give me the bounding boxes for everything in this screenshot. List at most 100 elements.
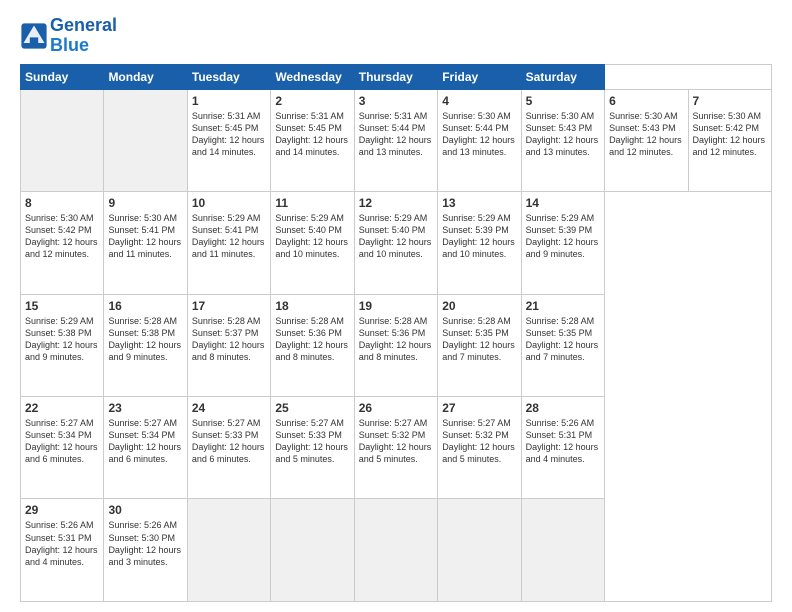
day-info: Sunrise: 5:27 AMSunset: 5:32 PMDaylight:… (442, 417, 516, 466)
day-number: 29 (25, 503, 99, 517)
empty-cell (187, 499, 270, 602)
day-info: Sunrise: 5:27 AMSunset: 5:34 PMDaylight:… (108, 417, 182, 466)
calendar-day: 17Sunrise: 5:28 AMSunset: 5:37 PMDayligh… (187, 294, 270, 396)
calendar-day: 6 Sunrise: 5:30 AMSunset: 5:43 PMDaylight… (605, 89, 688, 191)
day-info: Sunrise: 5:30 AMSunset: 5:43 PMDaylight:… (609, 110, 683, 159)
day-info: Sunrise: 5:26 AMSunset: 5:30 PMDaylight:… (108, 519, 182, 568)
day-info: Sunrise: 5:31 AMSunset: 5:45 PMDaylight:… (192, 110, 266, 159)
calendar-day: 24 Sunrise: 5:27 AMSunset: 5:33 PMDayligh… (187, 397, 270, 499)
day-number: 15 (25, 299, 99, 313)
empty-cell (354, 499, 437, 602)
day-info: Sunrise: 5:27 AMSunset: 5:33 PMDaylight:… (275, 417, 349, 466)
day-number: 22 (25, 401, 99, 415)
day-info: Sunrise: 5:31 AMSunset: 5:44 PMDaylight:… (359, 110, 433, 159)
logo-text: General Blue (50, 16, 117, 56)
day-info: Sunrise: 5:30 AMSunset: 5:41 PMDaylight:… (108, 212, 182, 261)
calendar-day: 20 Sunrise: 5:28 AMSunset: 5:35 PMDayligh… (438, 294, 521, 396)
calendar-day: 21 Sunrise: 5:28 AMSunset: 5:35 PMDayligh… (521, 294, 604, 396)
day-number: 20 (442, 299, 516, 313)
day-info: Sunrise: 5:27 AMSunset: 5:32 PMDaylight:… (359, 417, 433, 466)
calendar-day: 27 Sunrise: 5:27 AMSunset: 5:32 PMDayligh… (438, 397, 521, 499)
logo-general: General (50, 15, 117, 35)
empty-cell (438, 499, 521, 602)
day-number: 3 (359, 94, 433, 108)
day-info: Sunrise: 5:28 AMSunset: 5:35 PMDaylight:… (526, 315, 600, 364)
empty-cell (21, 89, 104, 191)
day-info: Sunrise: 5:27 AMSunset: 5:34 PMDaylight:… (25, 417, 99, 466)
calendar-day: 28 Sunrise: 5:26 AMSunset: 5:31 PMDayligh… (521, 397, 604, 499)
empty-cell (521, 499, 604, 602)
day-info: Sunrise: 5:29 AMSunset: 5:39 PMDaylight:… (442, 212, 516, 261)
day-number: 8 (25, 196, 99, 210)
day-number: 1 (192, 94, 266, 108)
calendar-day: 22 Sunrise: 5:27 AMSunset: 5:34 PMDayligh… (21, 397, 104, 499)
day-info: Sunrise: 5:29 AMSunset: 5:40 PMDaylight:… (275, 212, 349, 261)
calendar-day: 19 Sunrise: 5:28 AMSunset: 5:36 PMDayligh… (354, 294, 437, 396)
day-number: 30 (108, 503, 182, 517)
day-number: 2 (275, 94, 349, 108)
calendar-day: 3 Sunrise: 5:31 AMSunset: 5:44 PMDaylight… (354, 89, 437, 191)
day-info: Sunrise: 5:28 AMSunset: 5:36 PMDaylight:… (359, 315, 433, 364)
page: General Blue SundayMondayTuesdayWednesda… (0, 0, 792, 612)
day-number: 21 (526, 299, 600, 313)
day-info: Sunrise: 5:27 AMSunset: 5:33 PMDaylight:… (192, 417, 266, 466)
day-number: 16 (108, 299, 182, 313)
day-number: 10 (192, 196, 266, 210)
calendar-day: 18Sunrise: 5:28 AMSunset: 5:36 PMDayligh… (271, 294, 354, 396)
calendar-day: 11 Sunrise: 5:29 AMSunset: 5:40 PMDayligh… (271, 192, 354, 294)
day-number: 24 (192, 401, 266, 415)
calendar-day: 9 Sunrise: 5:30 AMSunset: 5:41 PMDaylight… (104, 192, 187, 294)
calendar-day: 10 Sunrise: 5:29 AMSunset: 5:41 PMDayligh… (187, 192, 270, 294)
calendar-day: 16 Sunrise: 5:28 AMSunset: 5:38 PMDayligh… (104, 294, 187, 396)
calendar-day: 7Sunrise: 5:30 AMSunset: 5:42 PMDaylight… (688, 89, 772, 191)
calendar-day: 1 Sunrise: 5:31 AMSunset: 5:45 PMDaylight… (187, 89, 270, 191)
day-info: Sunrise: 5:30 AMSunset: 5:42 PMDaylight:… (25, 212, 99, 261)
weekday-header: Tuesday (187, 64, 270, 89)
weekday-header: Wednesday (271, 64, 354, 89)
day-number: 25 (275, 401, 349, 415)
weekday-header: Sunday (21, 64, 104, 89)
day-info: Sunrise: 5:29 AMSunset: 5:38 PMDaylight:… (25, 315, 99, 364)
day-number: 23 (108, 401, 182, 415)
calendar-table: SundayMondayTuesdayWednesdayThursdayFrid… (20, 64, 772, 602)
empty-cell (271, 499, 354, 602)
logo-icon (20, 22, 48, 50)
weekday-header: Monday (104, 64, 187, 89)
calendar-day: 26 Sunrise: 5:27 AMSunset: 5:32 PMDayligh… (354, 397, 437, 499)
header: General Blue (20, 16, 772, 56)
calendar-day: 14 Sunrise: 5:29 AMSunset: 5:39 PMDayligh… (521, 192, 604, 294)
day-number: 13 (442, 196, 516, 210)
empty-cell (104, 89, 187, 191)
day-info: Sunrise: 5:28 AMSunset: 5:35 PMDaylight:… (442, 315, 516, 364)
day-info: Sunrise: 5:29 AMSunset: 5:41 PMDaylight:… (192, 212, 266, 261)
calendar-day: 5Sunrise: 5:30 AMSunset: 5:43 PMDaylight… (521, 89, 604, 191)
day-number: 19 (359, 299, 433, 313)
day-number: 9 (108, 196, 182, 210)
calendar-day: 15 Sunrise: 5:29 AMSunset: 5:38 PMDayligh… (21, 294, 104, 396)
logo-blue: Blue (50, 35, 89, 55)
calendar-day: 2 Sunrise: 5:31 AMSunset: 5:45 PMDaylight… (271, 89, 354, 191)
day-number: 17 (192, 299, 266, 313)
day-number: 11 (275, 196, 349, 210)
day-number: 14 (526, 196, 600, 210)
calendar-day: 25 Sunrise: 5:27 AMSunset: 5:33 PMDayligh… (271, 397, 354, 499)
day-number: 12 (359, 196, 433, 210)
logo: General Blue (20, 16, 117, 56)
day-number: 6 (609, 94, 683, 108)
day-info: Sunrise: 5:28 AMSunset: 5:38 PMDaylight:… (108, 315, 182, 364)
day-info: Sunrise: 5:29 AMSunset: 5:40 PMDaylight:… (359, 212, 433, 261)
day-number: 26 (359, 401, 433, 415)
day-info: Sunrise: 5:29 AMSunset: 5:39 PMDaylight:… (526, 212, 600, 261)
day-number: 28 (526, 401, 600, 415)
day-number: 27 (442, 401, 516, 415)
day-info: Sunrise: 5:30 AMSunset: 5:44 PMDaylight:… (442, 110, 516, 159)
day-info: Sunrise: 5:26 AMSunset: 5:31 PMDaylight:… (25, 519, 99, 568)
day-number: 7 (693, 94, 768, 108)
day-info: Sunrise: 5:31 AMSunset: 5:45 PMDaylight:… (275, 110, 349, 159)
day-info: Sunrise: 5:26 AMSunset: 5:31 PMDaylight:… (526, 417, 600, 466)
weekday-header: Saturday (521, 64, 604, 89)
day-number: 4 (442, 94, 516, 108)
calendar-day: 12 Sunrise: 5:29 AMSunset: 5:40 PMDayligh… (354, 192, 437, 294)
day-number: 5 (526, 94, 600, 108)
weekday-header: Friday (438, 64, 521, 89)
